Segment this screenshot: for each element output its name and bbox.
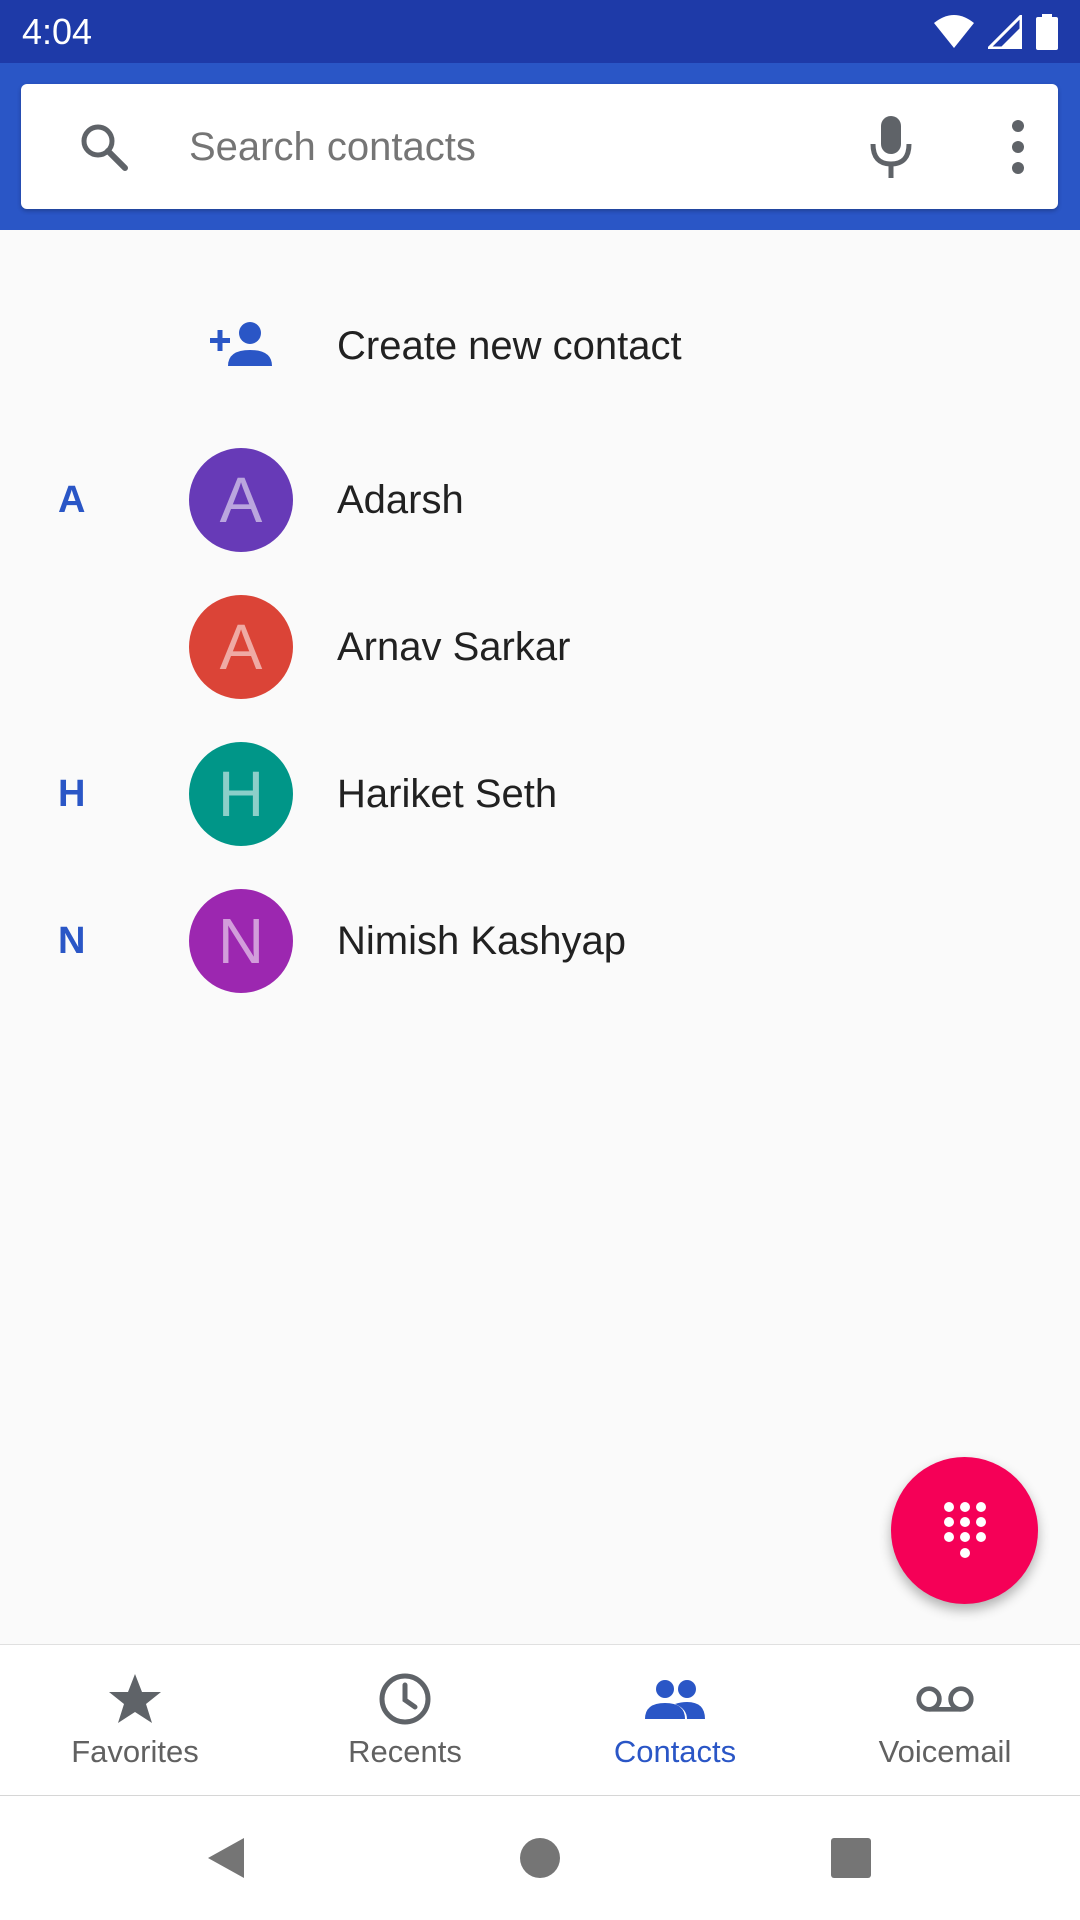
- avatar: A: [189, 595, 293, 699]
- avatar: N: [189, 889, 293, 993]
- clock-icon: [375, 1671, 435, 1727]
- contact-row[interactable]: A Arnav Sarkar: [0, 574, 1080, 721]
- tab-label: Recents: [348, 1734, 462, 1769]
- search-input[interactable]: [189, 114, 809, 180]
- home-icon[interactable]: [516, 1834, 564, 1882]
- tab-voicemail[interactable]: Voicemail: [810, 1645, 1080, 1795]
- create-new-contact-label: Create new contact: [337, 324, 682, 368]
- dialpad-icon: [943, 1501, 986, 1558]
- wifi-icon: [934, 15, 974, 48]
- recents-square-icon[interactable]: [827, 1834, 875, 1882]
- contact-name: Arnav Sarkar: [337, 625, 571, 669]
- battery-icon: [1036, 14, 1058, 50]
- app-bar: [0, 63, 1080, 230]
- contact-row[interactable]: N N Nimish Kashyap: [0, 868, 1080, 1015]
- tab-label: Contacts: [613, 1734, 737, 1769]
- contact-name: Nimish Kashyap: [337, 919, 627, 963]
- section-letter: N: [58, 920, 86, 962]
- bottom-navigation: Favorites Recents Contacts Voicemail: [0, 1644, 1080, 1797]
- system-navigation-bar: [0, 1796, 1080, 1920]
- contact-row[interactable]: A A Adarsh: [0, 427, 1080, 574]
- search-bar[interactable]: [21, 84, 1058, 209]
- voicemail-icon: [915, 1671, 975, 1727]
- dialpad-fab[interactable]: [891, 1457, 1038, 1604]
- tab-favorites[interactable]: Favorites: [0, 1645, 270, 1795]
- create-new-contact-row[interactable]: Create new contact: [0, 280, 1080, 427]
- contact-name: Adarsh: [337, 478, 464, 522]
- contact-name: Hariket Seth: [337, 772, 558, 816]
- back-icon[interactable]: [202, 1834, 250, 1882]
- tab-contacts[interactable]: Contacts: [540, 1645, 810, 1795]
- contact-row[interactable]: H H Hariket Seth: [0, 721, 1080, 868]
- tab-recents[interactable]: Recents: [270, 1645, 540, 1795]
- more-vert-icon[interactable]: [991, 114, 1045, 180]
- section-letter: A: [58, 479, 86, 521]
- section-letter: H: [58, 773, 86, 815]
- status-icons: [934, 12, 1058, 52]
- tab-label: Voicemail: [878, 1734, 1012, 1769]
- star-icon: [105, 1671, 165, 1727]
- add-person-icon: [210, 322, 272, 366]
- dialer-contacts-screen: 4:04 Search contacts Create new contact …: [0, 0, 1080, 1920]
- status-bar: 4:04: [0, 0, 1080, 63]
- avatar: H: [189, 742, 293, 846]
- people-icon: [645, 1671, 705, 1727]
- tab-label: Favorites: [71, 1734, 199, 1769]
- mic-icon[interactable]: [861, 112, 921, 182]
- signal-icon: [988, 15, 1022, 49]
- avatar: A: [189, 448, 293, 552]
- search-icon[interactable]: [77, 120, 131, 174]
- status-time: 4:04: [22, 11, 93, 52]
